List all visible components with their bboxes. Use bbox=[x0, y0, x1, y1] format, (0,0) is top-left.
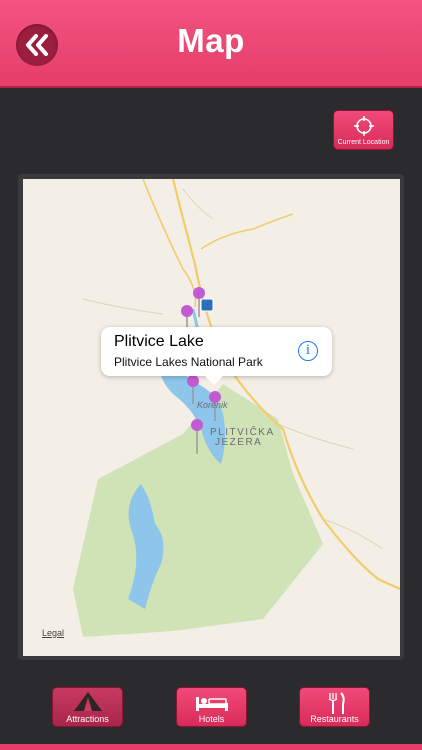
map-callout[interactable]: Plitvice Lake Plitvice Lakes National Pa… bbox=[101, 327, 332, 385]
tab-hotels-label: Hotels bbox=[198, 714, 225, 724]
tab-attractions[interactable]: Attractions bbox=[52, 687, 123, 727]
callout-title: Plitvice Lake bbox=[114, 333, 204, 350]
tent-icon bbox=[73, 692, 102, 711]
footer-accent-bar bbox=[0, 744, 422, 750]
tab-restaurants[interactable]: Restaurants bbox=[299, 687, 370, 727]
bed-icon bbox=[195, 697, 228, 711]
map-graphics bbox=[73, 179, 400, 637]
road-minor-1 bbox=[182, 188, 214, 220]
fork-knife-icon bbox=[328, 692, 345, 714]
app-header: Map bbox=[0, 0, 422, 88]
road-east bbox=[200, 213, 294, 250]
park-label-line2: JEZERA bbox=[215, 437, 263, 448]
route-marker bbox=[200, 298, 214, 312]
road-minor-4 bbox=[322, 518, 384, 550]
tab-hotels[interactable]: Hotels bbox=[176, 687, 247, 727]
current-location-button[interactable]: Current Location bbox=[333, 110, 394, 150]
crosshair-icon bbox=[354, 116, 374, 136]
road-minor-2 bbox=[82, 298, 164, 315]
map-view[interactable]: Korenik PLITVIČKA JEZERA bbox=[23, 179, 400, 656]
tab-restaurants-label: Restaurants bbox=[310, 714, 359, 724]
current-location-label: Current Location bbox=[337, 139, 390, 146]
road-north bbox=[142, 179, 197, 308]
legal-link[interactable]: Legal bbox=[42, 628, 64, 638]
town-label: Korenik bbox=[197, 400, 228, 410]
page-title: Map bbox=[177, 22, 245, 59]
tab-attractions-label: Attractions bbox=[66, 714, 109, 724]
callout-subtitle: Plitvice Lakes National Park bbox=[114, 355, 263, 369]
info-icon[interactable]: i bbox=[298, 341, 318, 361]
